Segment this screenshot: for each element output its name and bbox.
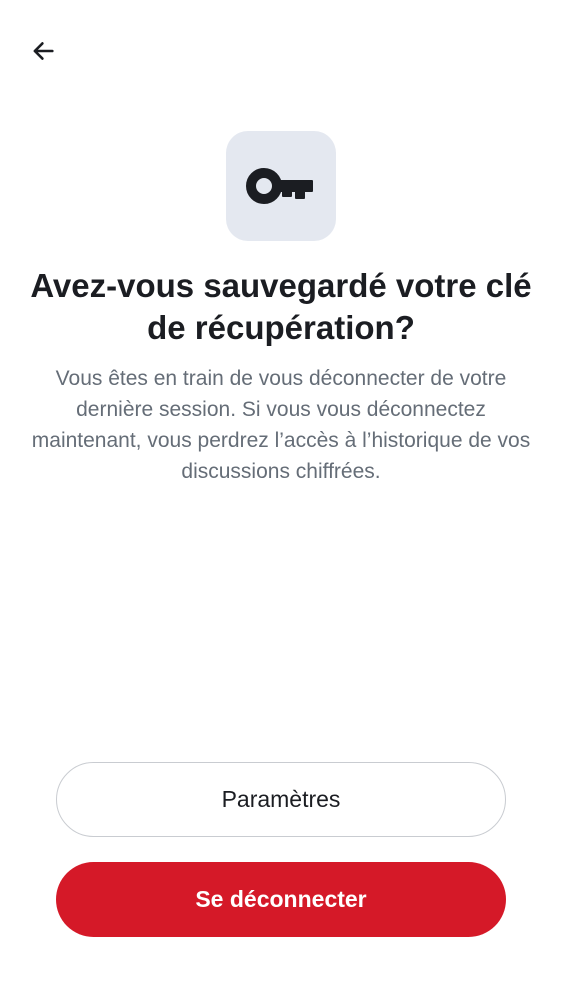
settings-button-label: Paramètres [221,786,341,812]
settings-button[interactable]: Paramètres [56,762,506,837]
page-title: Avez-vous sauvegardé votre clé de récupé… [30,267,532,346]
logout-button[interactable]: Se déconnecter [56,862,506,937]
description-text: Vous êtes en train de vous déconnecter d… [31,367,531,483]
arrow-left-icon [33,42,54,60]
key-icon-tile [226,131,336,241]
logout-button-label: Se déconnecter [195,886,367,912]
key-icon [246,168,313,204]
back-button[interactable] [20,28,66,74]
